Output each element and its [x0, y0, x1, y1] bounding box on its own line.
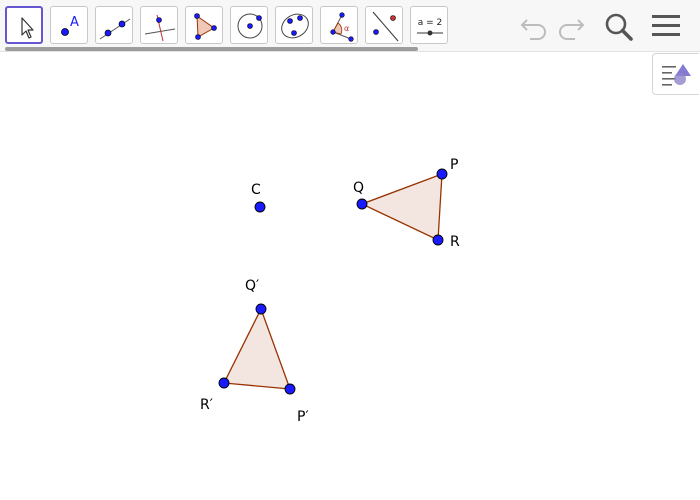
menu-icon — [652, 15, 680, 36]
line-tool[interactable] — [95, 6, 133, 44]
triangle-PQR[interactable] — [360, 173, 443, 241]
redo-button[interactable] — [553, 8, 589, 44]
label-P-prime: P′ — [297, 409, 309, 425]
label-C: C — [251, 182, 261, 198]
search-icon — [605, 13, 633, 41]
toolbar-scrollbar[interactable] — [5, 47, 418, 51]
toolbar: A α a = 2 — [0, 0, 700, 52]
slider-tool[interactable]: a = 2 — [410, 6, 448, 44]
slider-tool-label: a = 2 — [418, 18, 443, 28]
perpendicular-line-tool[interactable] — [140, 6, 178, 44]
search-button[interactable] — [600, 8, 636, 44]
point-R[interactable] — [432, 234, 444, 246]
label-Q: Q — [353, 180, 365, 196]
undo-button[interactable] — [516, 8, 552, 44]
point-tool-letter: A — [70, 15, 79, 30]
circle-tool[interactable] — [230, 6, 268, 44]
ellipse-icon — [281, 13, 309, 39]
reflect-icon — [372, 11, 399, 42]
slider-icon: a = 2 — [417, 18, 443, 36]
label-Q-prime: Q′ — [245, 278, 260, 294]
line-icon — [99, 18, 131, 40]
point-tool[interactable]: A — [50, 6, 88, 44]
angle-tool-letter: α — [344, 24, 349, 33]
point-Q-prime[interactable] — [255, 303, 267, 315]
angle-icon: α — [330, 12, 354, 42]
ellipse-tool[interactable] — [275, 6, 313, 44]
undo-icon — [520, 19, 546, 40]
point-P-prime[interactable] — [284, 383, 296, 395]
point-R-prime[interactable] — [218, 377, 230, 389]
polygon-tool[interactable] — [185, 6, 223, 44]
move-tool[interactable] — [5, 6, 43, 44]
point-C[interactable] — [254, 201, 266, 213]
point-icon: A — [61, 15, 79, 36]
circle-icon — [237, 13, 263, 39]
point-Q[interactable] — [356, 198, 368, 210]
label-R: R — [450, 234, 460, 250]
angle-tool[interactable]: α — [320, 6, 358, 44]
label-R-prime: R′ — [200, 397, 213, 413]
point-P[interactable] — [436, 168, 448, 180]
reflect-tool[interactable] — [365, 6, 403, 44]
polygon-icon — [194, 13, 217, 40]
menu-button[interactable] — [648, 8, 684, 44]
graphics-view[interactable]: C Q P R Q′ R′ P′ — [0, 53, 700, 500]
redo-icon — [559, 19, 585, 40]
perpendicular-icon — [144, 14, 176, 42]
label-P: P — [450, 157, 459, 173]
pointer-icon — [21, 17, 34, 39]
triangle-P'Q'R'[interactable] — [222, 307, 291, 390]
graphics-svg — [218, 168, 448, 395]
